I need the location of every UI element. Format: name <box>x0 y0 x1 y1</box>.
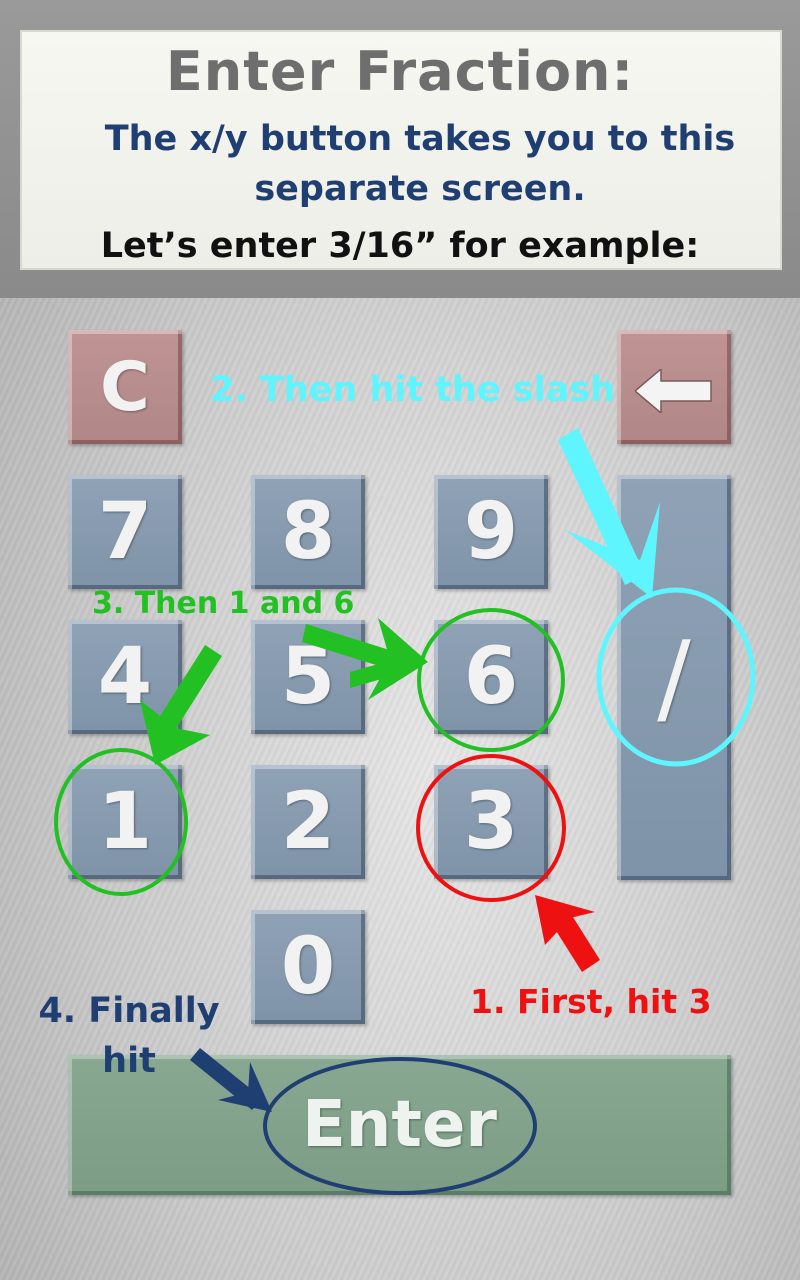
backspace-button[interactable] <box>617 330 731 444</box>
page-title: Enter Fraction: <box>165 40 635 103</box>
key-7[interactable]: 7 <box>68 475 182 589</box>
key-8[interactable]: 8 <box>251 475 365 589</box>
key-3-label: 3 <box>463 777 519 867</box>
key-7-label: 7 <box>97 487 153 577</box>
key-2[interactable]: 2 <box>251 765 365 879</box>
key-4-label: 4 <box>97 632 153 722</box>
slash-button[interactable]: / <box>617 475 731 880</box>
header-subtitle: The x/y button takes you to this separat… <box>104 119 736 209</box>
clear-label: C <box>100 347 150 427</box>
key-0-label: 0 <box>280 922 336 1012</box>
key-9[interactable]: 9 <box>434 475 548 589</box>
key-5[interactable]: 5 <box>251 620 365 734</box>
clear-button[interactable]: C <box>68 330 182 444</box>
enter-label: Enter <box>302 1088 497 1162</box>
slash-label: / <box>657 619 691 736</box>
key-5-label: 5 <box>280 632 336 722</box>
key-1[interactable]: 1 <box>68 765 182 879</box>
key-6-label: 6 <box>463 632 519 722</box>
step2-annotation: 2. Then hit the slash <box>210 370 616 410</box>
step4-annotation: 4. Finally hit <box>38 991 220 1081</box>
step3-annotation: 3. Then 1 and 6 <box>92 586 355 621</box>
key-8-label: 8 <box>280 487 336 577</box>
left-arrow-icon <box>633 342 713 432</box>
key-4[interactable]: 4 <box>68 620 182 734</box>
key-0[interactable]: 0 <box>251 910 365 1024</box>
key-2-label: 2 <box>280 777 336 867</box>
header-example: Let’s enter 3/16” for example: <box>100 226 700 266</box>
three-arrow-icon <box>535 895 600 972</box>
key-9-label: 9 <box>463 487 519 577</box>
key-1-label: 1 <box>97 777 153 867</box>
step1-annotation: 1. First, hit 3 <box>470 982 712 1021</box>
key-6[interactable]: 6 <box>434 620 548 734</box>
key-3[interactable]: 3 <box>434 765 548 879</box>
